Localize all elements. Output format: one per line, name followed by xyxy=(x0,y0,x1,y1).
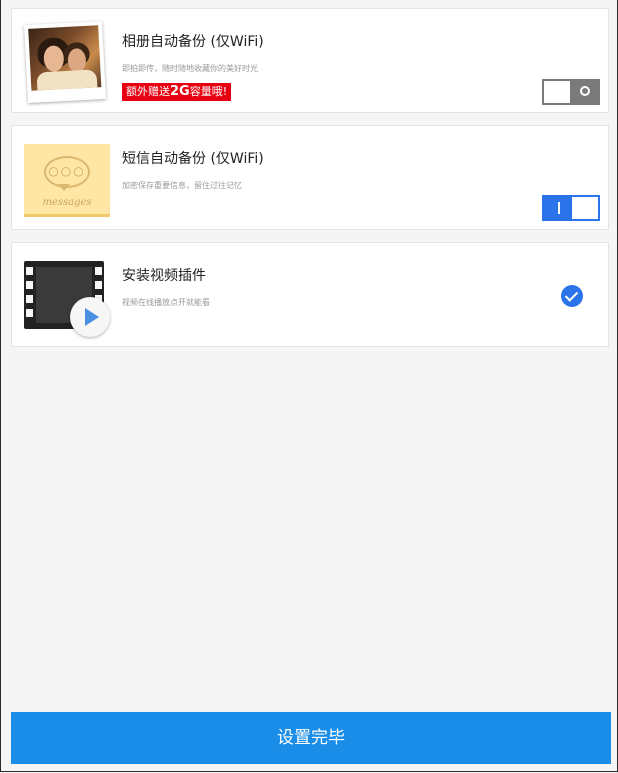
photo-backup-subtitle: 即拍即传，随时随地收藏你的美好时光 xyxy=(122,64,258,73)
bubble-dots: ○○○ xyxy=(48,164,86,178)
toggle-on-icon xyxy=(558,202,560,214)
video-plugin-title: 安装视频插件 xyxy=(122,268,206,284)
photo-album-icon xyxy=(24,21,106,103)
message-bubble-icon: ○○○ messages xyxy=(24,144,110,217)
photo-backup-toggle[interactable] xyxy=(542,79,600,105)
promo-suffix: 容量哦! xyxy=(189,85,228,98)
promo-amount: 2G xyxy=(170,84,190,99)
video-plugin-checkbox[interactable] xyxy=(561,285,583,307)
settings-panel: 相册自动备份 (仅WiFi) 即拍即传，随时随地收藏你的美好时光 额外赠送2G容… xyxy=(0,0,618,772)
messages-label: messages xyxy=(42,197,92,208)
photo-backup-card: 相册自动备份 (仅WiFi) 即拍即传，随时随地收藏你的美好时光 额外赠送2G容… xyxy=(11,8,609,113)
play-icon xyxy=(70,297,110,337)
sms-backup-toggle[interactable] xyxy=(542,195,600,221)
finish-setup-button[interactable]: 设置完毕 xyxy=(11,712,611,764)
promo-badge: 额外赠送2G容量哦! xyxy=(122,83,232,101)
sms-backup-title: 短信自动备份 (仅WiFi) xyxy=(122,151,264,167)
video-plugin-subtitle: 视频在线播放点开就能看 xyxy=(122,298,210,307)
promo-prefix: 额外赠送 xyxy=(126,85,170,98)
photo-backup-title: 相册自动备份 (仅WiFi) xyxy=(122,34,264,50)
sms-backup-card: ○○○ messages 短信自动备份 (仅WiFi) 加密保存重要信息，留住过… xyxy=(11,125,609,230)
toggle-knob xyxy=(572,197,598,219)
sms-backup-subtitle: 加密保存重要信息，留住过往记忆 xyxy=(122,181,242,190)
toggle-off-icon xyxy=(580,86,590,96)
video-plugin-card: 安装视频插件 视频在线播放点开就能看 xyxy=(11,242,609,347)
toggle-knob xyxy=(544,81,570,103)
